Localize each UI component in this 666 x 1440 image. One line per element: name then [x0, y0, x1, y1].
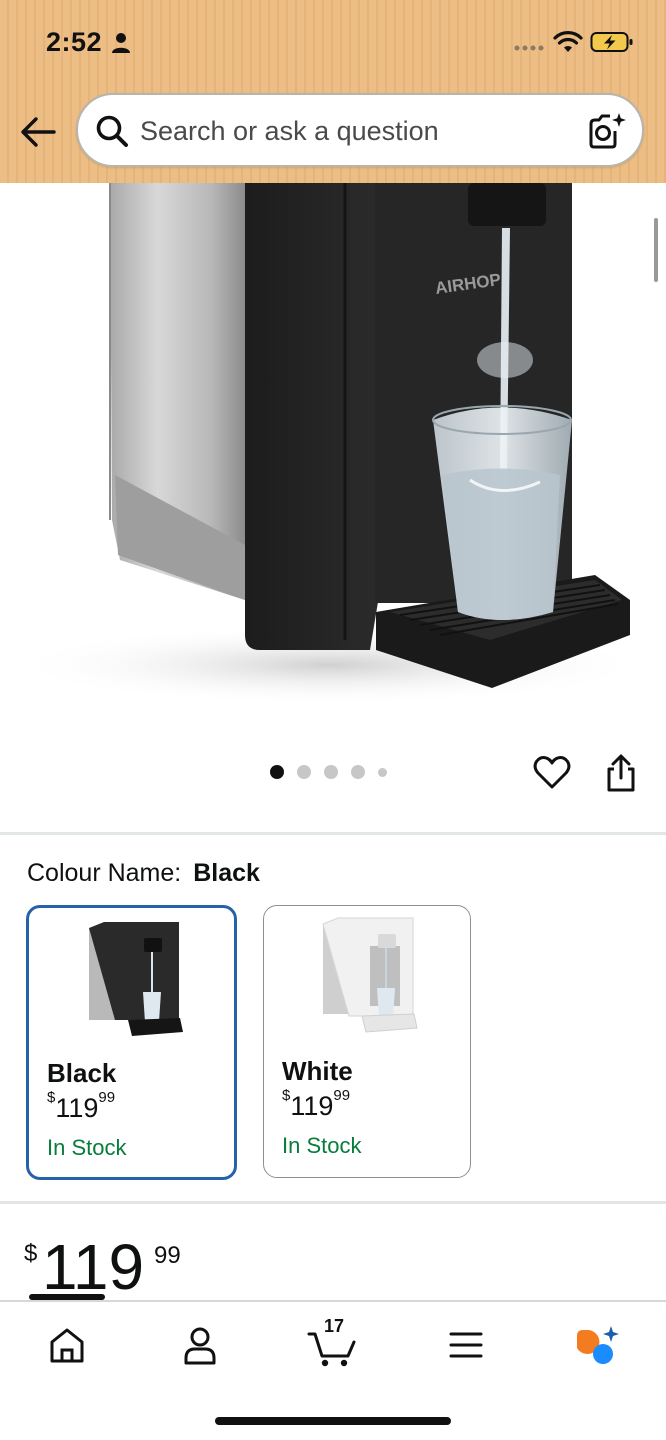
section-divider — [0, 1201, 666, 1204]
colour-name-row: Colour Name: Black — [27, 859, 260, 888]
carousel-dot[interactable] — [378, 767, 387, 777]
price-currency: $ — [47, 1089, 56, 1106]
stock-status: In Stock — [282, 1133, 362, 1158]
price-whole: 119 — [290, 1091, 334, 1121]
heart-icon[interactable] — [533, 754, 571, 790]
carousel-dot[interactable] — [270, 765, 284, 779]
price-fraction: 99 — [98, 1089, 116, 1106]
image-carousel-dots[interactable] — [270, 764, 387, 780]
stock-status: In Stock — [47, 1135, 127, 1160]
search-bar[interactable]: Search or ask a question — [76, 93, 644, 167]
battery-charging-icon — [590, 32, 633, 52]
nav-home[interactable] — [42, 1320, 92, 1370]
nav-rufus-assistant[interactable] — [571, 1320, 621, 1370]
search-icon — [96, 115, 128, 147]
cellular-signal-icon — [514, 45, 544, 51]
carousel-dot[interactable] — [351, 765, 365, 779]
home-indicator[interactable] — [215, 1417, 451, 1425]
price-whole: 119 — [42, 1231, 145, 1303]
active-tab-indicator — [29, 1294, 105, 1300]
price-fraction: 99 — [333, 1087, 351, 1104]
wifi-icon — [553, 31, 583, 52]
menu-icon — [449, 1332, 483, 1358]
cart-count-badge: 17 — [324, 1316, 345, 1336]
nav-menu[interactable] — [441, 1320, 491, 1370]
section-divider — [0, 832, 666, 835]
person-icon — [112, 33, 130, 53]
colour-label: Colour Name: — [27, 859, 182, 887]
price-currency: $ — [24, 1240, 38, 1267]
share-icon[interactable] — [604, 753, 638, 793]
home-icon — [50, 1328, 84, 1363]
price-fraction: 99 — [154, 1242, 181, 1269]
back-arrow-icon[interactable] — [18, 114, 58, 150]
scroll-indicator — [654, 218, 658, 282]
status-time: 2:52 — [46, 27, 103, 57]
colour-option-name: White — [282, 1056, 353, 1086]
colour-option-white[interactable]: White $11999 In Stock — [263, 905, 471, 1178]
colour-option-price: $11999 — [47, 1089, 115, 1124]
colour-option-black[interactable]: Black $11999 In Stock — [26, 905, 237, 1180]
carousel-dot[interactable] — [297, 765, 311, 779]
white-variant-thumbnail — [322, 917, 418, 1033]
colour-option-price: $11999 — [282, 1087, 350, 1122]
search-input[interactable]: Search or ask a question — [140, 116, 439, 147]
price-whole: 119 — [55, 1093, 99, 1123]
carousel-dot[interactable] — [324, 765, 338, 779]
camera-lens-icon[interactable] — [586, 111, 626, 151]
colour-option-name: Black — [47, 1058, 117, 1088]
black-variant-thumbnail — [89, 922, 183, 1036]
nav-account[interactable] — [175, 1320, 225, 1370]
account-icon — [184, 1327, 216, 1365]
price-currency: $ — [282, 1087, 291, 1104]
rufus-assistant-icon — [577, 1326, 619, 1364]
status-bar: 2:52 — [0, 0, 666, 86]
product-image[interactable]: AIRHOP — [0, 183, 666, 713]
app-header: 2:52 Search or ask a question — [0, 0, 666, 183]
colour-selected-value: Black — [193, 859, 260, 887]
